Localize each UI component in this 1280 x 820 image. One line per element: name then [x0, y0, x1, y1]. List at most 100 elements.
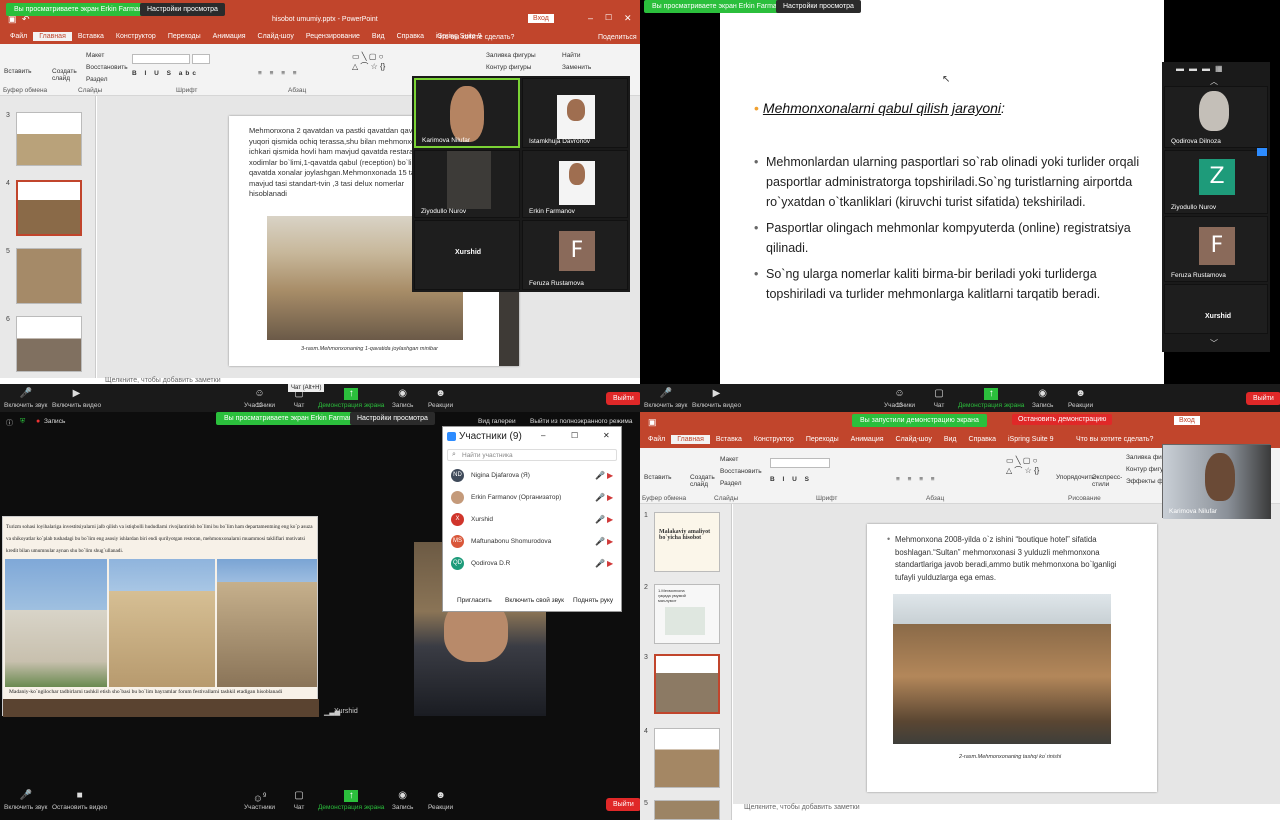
fill-button[interactable]: Заливка фигуры: [486, 52, 536, 59]
tab-8[interactable]: Справка: [963, 435, 1002, 444]
participant-row[interactable]: Erkin Farmanov (Организатор) 🎤 ▶: [445, 487, 619, 509]
record-button[interactable]: ◉ Запись: [1032, 388, 1053, 409]
reactions-button[interactable]: ☻ Реакции: [428, 790, 453, 811]
tab-7[interactable]: Рецензирование: [300, 32, 366, 41]
section-button[interactable]: Раздел: [720, 480, 741, 487]
tab-8[interactable]: Вид: [366, 32, 391, 41]
section-button[interactable]: Раздел: [86, 76, 107, 83]
view-options-button[interactable]: Настройки просмотра: [350, 412, 435, 425]
slide-thumb[interactable]: 1.Мехмонхона ҳақида умумий маълумот: [654, 584, 720, 644]
participant-row[interactable]: X Xurshid 🎤 ▶: [445, 509, 619, 531]
participants-button[interactable]: ☺12 Участники: [244, 388, 275, 409]
slide-thumb[interactable]: [16, 112, 82, 166]
signin-button[interactable]: Вход: [528, 14, 554, 23]
slide-thumb-selected[interactable]: [16, 180, 82, 236]
participant-row[interactable]: ND Nigina Djafarova (Я) 🎤 ▶: [445, 465, 619, 487]
panel-minimize-icon[interactable]: –: [541, 431, 545, 440]
video-tile[interactable]: Z Ziyodullo Nurov: [1164, 150, 1268, 214]
arrange-button[interactable]: Упорядочить: [1056, 474, 1095, 481]
leave-button[interactable]: Выйти: [606, 392, 641, 405]
tab-0[interactable]: Файл: [642, 435, 671, 444]
notes-pane[interactable]: Щелкните, чтобы добавить заметки: [744, 804, 860, 811]
paste-button[interactable]: Вставить: [4, 68, 32, 75]
record-button[interactable]: ◉ Запись: [392, 388, 413, 409]
panel-close-icon[interactable]: ✕: [603, 431, 610, 440]
video-tile[interactable]: Erkin Farmanov: [522, 150, 628, 218]
unmute-button[interactable]: 🎤 Включить звук: [4, 790, 47, 811]
start-video-button[interactable]: ▶ Включить видео: [52, 388, 101, 409]
slide-body-text[interactable]: Mehmonxona 2008-yilda o`z ishini “boutiq…: [895, 534, 1119, 584]
tab-4[interactable]: Переходы: [800, 435, 845, 444]
tab-2[interactable]: Вставка: [710, 435, 748, 444]
tab-6[interactable]: Слайд-шоу: [890, 435, 938, 444]
align-buttons[interactable]: ≡ ≡ ≡ ≡: [258, 70, 300, 77]
tab-6[interactable]: Слайд-шоу: [252, 32, 300, 41]
paste-button[interactable]: Вставить: [644, 474, 672, 481]
raise-hand-button[interactable]: Поднять руку: [573, 597, 613, 604]
share-screen-button[interactable]: ↑ Демонстрация экрана: [958, 388, 1024, 409]
tab-3[interactable]: Конструктор: [110, 32, 162, 41]
info-icon[interactable]: ⓘ: [6, 418, 13, 428]
minimize-icon[interactable]: –: [588, 13, 593, 23]
save-icon[interactable]: ▣: [648, 417, 657, 428]
new-slide-button[interactable]: Создать слайд: [52, 68, 77, 82]
shapes-gallery[interactable]: ▭ ╲ ▢ ○ △ ⌒ ☆ {}: [352, 52, 412, 84]
slide-thumb[interactable]: [654, 800, 720, 820]
slide-thumbnails[interactable]: 1 Malakaviy amaliyot bo`yicha hisobot 2 …: [640, 504, 732, 820]
participants-button[interactable]: ☺13 Участники: [884, 388, 915, 409]
replace-button[interactable]: Заменить: [562, 64, 591, 71]
tab-1[interactable]: Главная: [33, 32, 72, 41]
panel-maximize-icon[interactable]: ☐: [571, 431, 578, 440]
slide-thumb[interactable]: [654, 728, 720, 788]
tab-9[interactable]: Справка: [391, 32, 430, 41]
slide-thumb[interactable]: [16, 248, 82, 304]
tab-7[interactable]: Вид: [938, 435, 963, 444]
video-tile[interactable]: Karimova Nilufar: [414, 78, 520, 148]
participants-button[interactable]: ☺9 Участники: [244, 790, 275, 811]
slide-body-text[interactable]: Mehmonxona 2 qavatdan va pastki qavatdan…: [249, 126, 439, 200]
shapes-gallery[interactable]: ▭ ╲ ▢ ○ △ ⌒ ☆ {}: [1006, 456, 1056, 488]
font-select[interactable]: [770, 458, 830, 468]
gallery-view-button[interactable]: Вид галереи: [478, 418, 516, 425]
stop-video-button[interactable]: ■ Остановить видео: [52, 790, 107, 811]
leave-button[interactable]: Выйти: [1246, 392, 1280, 405]
video-tile[interactable]: Xurshid: [414, 220, 520, 290]
slide-thumb-selected[interactable]: [654, 654, 720, 714]
participant-row[interactable]: MS Maftunabonu Shomurodova 🎤 ▶: [445, 531, 619, 553]
stop-share-button[interactable]: Остановить демонстрацию: [1012, 414, 1113, 425]
video-tile[interactable]: F Feruza Rustamova: [522, 220, 628, 290]
font-select[interactable]: [132, 54, 190, 64]
view-options-button[interactable]: Настройки просмотра: [776, 0, 861, 13]
format-buttons[interactable]: B I U S abc: [132, 70, 199, 77]
start-video-button[interactable]: ▶ Включить видео: [692, 388, 741, 409]
share-screen-button[interactable]: ↑ Демонстрация экрана: [318, 388, 384, 409]
share-screen-button[interactable]: ↑ Демонстрация экрана: [318, 790, 384, 811]
find-button[interactable]: Найти: [562, 52, 581, 59]
invite-button[interactable]: Пригласить: [457, 597, 492, 604]
self-video[interactable]: Karimova Nilufar: [1162, 444, 1271, 519]
layout-button[interactable]: Макет: [720, 456, 738, 463]
record-button[interactable]: ◉ Запись: [392, 790, 413, 811]
close-icon[interactable]: ✕: [624, 13, 632, 24]
video-tile[interactable]: Ziyodullo Nurov: [414, 150, 520, 218]
reset-button[interactable]: Восстановить: [720, 468, 762, 475]
format-buttons[interactable]: B I U S: [770, 476, 812, 483]
view-mode-icons[interactable]: ▬▬▬▦: [1176, 64, 1228, 73]
tab-0[interactable]: Файл: [4, 32, 33, 41]
styles-button[interactable]: Экспресс-стили: [1092, 474, 1122, 488]
unmute-me-button[interactable]: Включить свой звук: [505, 597, 564, 604]
shield-icon[interactable]: ⛨: [20, 418, 25, 426]
new-slide-button[interactable]: Создать слайд: [690, 474, 715, 488]
notes-pane[interactable]: Щелкните, чтобы добавить заметки: [105, 377, 221, 384]
view-options-button[interactable]: Настройки просмотра: [140, 3, 225, 16]
reactions-button[interactable]: ☻ Реакции: [428, 388, 453, 409]
participant-search[interactable]: ⌕ Найти участника: [447, 449, 617, 461]
signin-button[interactable]: Вход: [1174, 416, 1200, 425]
tell-me-search[interactable]: Что вы хотите сделать?: [437, 34, 514, 41]
exit-fullscreen-button[interactable]: Выйти из полноэкранного режима: [530, 418, 634, 425]
maximize-icon[interactable]: ☐: [605, 13, 612, 22]
chevron-down-icon[interactable]: ﹀: [1210, 338, 1218, 349]
chat-button[interactable]: ▢ Чат: [932, 388, 946, 409]
chat-button[interactable]: ▢ Чат: [292, 790, 306, 811]
tab-4[interactable]: Переходы: [162, 32, 207, 41]
